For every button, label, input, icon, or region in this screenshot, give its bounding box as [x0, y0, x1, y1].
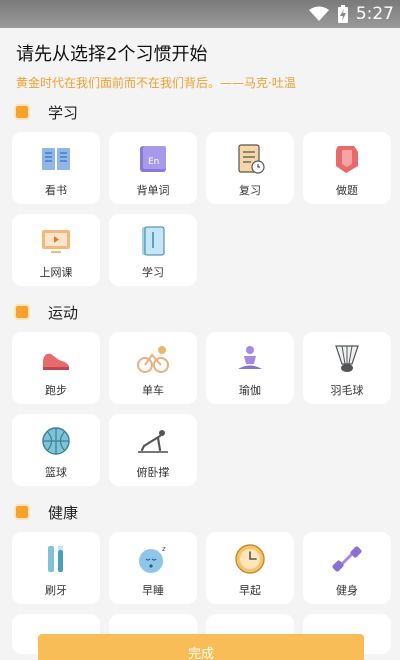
habit-card-reading[interactable]: 看书	[12, 132, 100, 204]
habit-card-words[interactable]: En 背单词	[109, 132, 197, 204]
doc-clock-icon	[238, 144, 265, 174]
habit-label: 俯卧撑	[136, 466, 170, 479]
habit-label: 单车	[142, 384, 164, 397]
page-title: 请先从选择2个习惯开始	[16, 44, 208, 65]
status-time: 5:27	[355, 4, 394, 24]
dumbbell-icon	[332, 546, 362, 572]
done-button[interactable]: 完成	[38, 634, 364, 660]
habit-label: 刷牙	[45, 584, 67, 597]
wifi-icon	[308, 6, 329, 21]
habit-card-sleep[interactable]: z 早睡	[109, 532, 197, 604]
habit-label: 瑜伽	[239, 384, 261, 397]
battery-charging-icon	[337, 5, 348, 23]
notebook-icon	[142, 226, 165, 256]
svg-text:En: En	[148, 157, 159, 167]
habit-label: 篮球	[45, 466, 67, 479]
section-sports: 运动	[16, 300, 400, 324]
section-title: 健康	[48, 503, 79, 522]
section-marker	[16, 106, 28, 118]
book-icon	[42, 148, 70, 170]
section-study: 学习	[16, 100, 400, 124]
habit-label: 看书	[45, 184, 67, 197]
habit-label: 羽毛球	[330, 384, 364, 397]
section-health: 健康	[16, 500, 400, 524]
habit-card-running[interactable]: 跑步	[12, 332, 100, 404]
habit-label: 做题	[336, 184, 358, 197]
habit-card-fitness[interactable]: 健身	[303, 532, 391, 604]
habit-label: 健身	[336, 584, 358, 597]
en-icon: En	[140, 146, 166, 172]
habit-card-pushup[interactable]: 俯卧撑	[109, 414, 197, 486]
svg-text:z: z	[162, 545, 166, 553]
habit-card-review[interactable]: 复习	[206, 132, 294, 204]
habit-card-wakeup[interactable]: 早起	[206, 532, 294, 604]
status-bar: 5:27	[0, 0, 400, 28]
quote-text: 黄金时代在我们面前而不在我们背后。——马克·吐温	[16, 76, 296, 90]
yoga-icon	[238, 346, 262, 369]
clock-icon	[235, 544, 265, 574]
habit-label: 背单词	[136, 184, 170, 197]
toothbrush-icon	[48, 546, 63, 572]
habit-card-study[interactable]: 学习	[109, 214, 197, 286]
habit-card-online-class[interactable]: 上网课	[12, 214, 100, 286]
habit-card-basketball[interactable]: 篮球	[12, 414, 100, 486]
section-title: 学习	[48, 103, 79, 122]
habit-label: 学习	[142, 266, 164, 279]
section-marker	[16, 306, 28, 318]
habit-label: 上网课	[39, 266, 73, 279]
habit-card-exercises[interactable]: 做题	[303, 132, 391, 204]
habit-label: 跑步	[45, 384, 67, 397]
habit-card-toothbrush[interactable]: 刷牙	[12, 532, 100, 604]
habit-label: 早起	[239, 584, 261, 597]
status-icons: 5:27	[308, 4, 394, 24]
bike-icon	[137, 346, 169, 373]
shuttlecock-icon	[335, 345, 359, 372]
habit-card-cycling[interactable]: 单车	[109, 332, 197, 404]
shield-pen-icon	[336, 146, 358, 173]
sleep-icon: z	[139, 545, 166, 573]
section-marker	[16, 506, 28, 518]
habit-card-yoga[interactable]: 瑜伽	[206, 332, 294, 404]
habit-label: 早睡	[142, 584, 164, 597]
basketball-icon	[42, 427, 70, 455]
shoe-icon	[43, 353, 69, 370]
section-title: 运动	[48, 303, 79, 322]
habit-label: 复习	[239, 184, 261, 197]
monitor-play-icon	[42, 230, 70, 253]
pushup-icon	[138, 430, 168, 453]
habit-card-badminton[interactable]: 羽毛球	[303, 332, 391, 404]
